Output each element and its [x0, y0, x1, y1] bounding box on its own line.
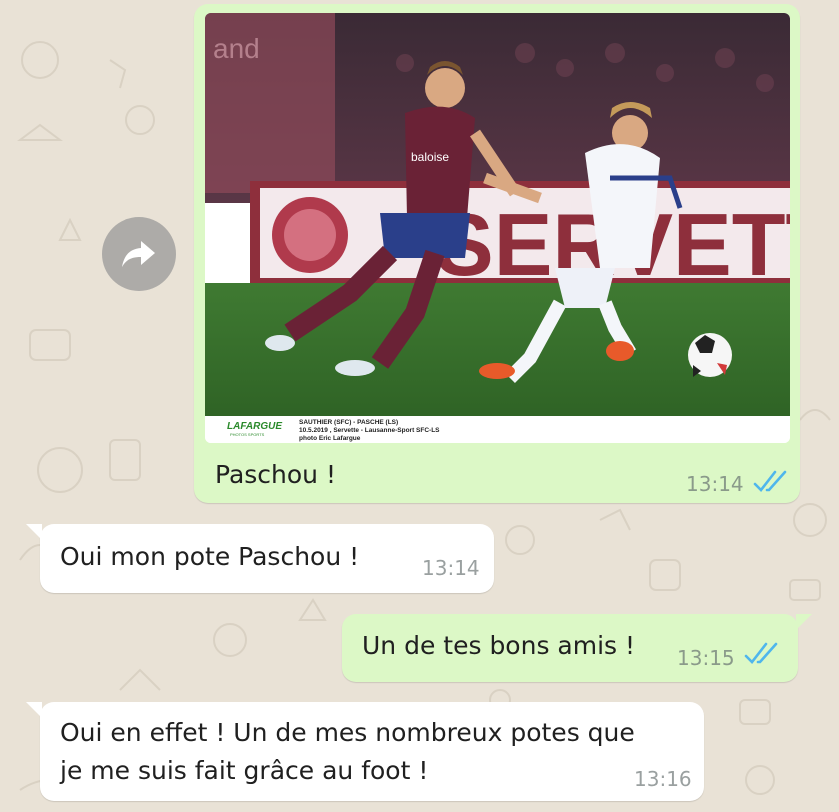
- svg-text:and: and: [213, 33, 260, 64]
- photo-credit-brand: LAFARGUE: [227, 421, 282, 432]
- message-text: Un de tes bons amis !: [362, 631, 636, 660]
- message-photo[interactable]: and SERVETT baloise: [205, 13, 790, 443]
- bubble-tail: [26, 702, 42, 718]
- incoming-message-bubble[interactable]: Oui en effet ! Un de mes nombreux potes …: [26, 702, 704, 801]
- double-check-read-icon: [744, 642, 778, 664]
- photo-credit-brand-sub: PHOTOS SPORTS: [230, 432, 265, 437]
- message-time: 13:14: [422, 556, 480, 580]
- football-ball: [688, 333, 732, 377]
- message-time: 13:15: [677, 646, 735, 670]
- incoming-message-bubble[interactable]: Oui mon pote Paschou ! 13:14: [26, 524, 494, 593]
- message-text-line-1: Oui en effet ! Un de mes nombreux potes …: [60, 718, 635, 747]
- bubble-tail: [26, 524, 42, 540]
- message-text-line-2: je me suis fait grâce au foot !: [60, 756, 429, 785]
- message-time: 13:14: [686, 472, 744, 496]
- photo-credit-block: LAFARGUE PHOTOS SPORTS SAUTHIER (SFC) - …: [205, 416, 790, 443]
- jersey-sponsor: baloise: [411, 150, 449, 164]
- football-match-photo: and SERVETT baloise: [205, 13, 790, 418]
- photo-credit-line: 10.5.2019 , Servette - Lausanne-Sport SF…: [299, 427, 440, 434]
- message-time: 13:16: [634, 767, 692, 791]
- photo-credit-line: photo Eric Lafargue: [299, 435, 361, 442]
- message-text: Oui mon pote Paschou !: [60, 542, 360, 571]
- forward-arrow-icon: [122, 241, 155, 267]
- bubble-tail: [796, 614, 812, 630]
- image-caption: Paschou !: [215, 460, 336, 489]
- outgoing-message-bubble[interactable]: Un de tes bons amis ! 13:15: [342, 614, 812, 682]
- double-check-read-icon: [753, 470, 787, 492]
- photo-credit-line: SAUTHIER (SFC) - PASCHE (LS): [299, 419, 399, 426]
- forward-button[interactable]: [102, 217, 176, 291]
